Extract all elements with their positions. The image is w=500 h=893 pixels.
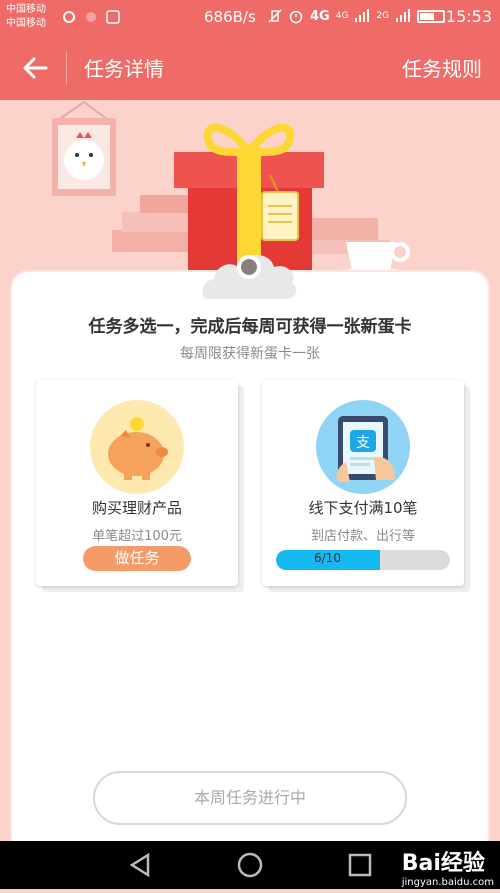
task-title: 购买理财产品 [91,499,182,517]
alarm-icon [289,10,303,24]
task-description: 到店付款、出行等 [310,529,415,544]
task-card-finance[interactable]: 购买理财产品 单笔超过100元 做任务 [36,380,238,586]
notification-icon [62,9,76,23]
back-arrow-icon [23,57,48,79]
carrier-2: 中国移动 [6,18,46,29]
teacup-icon [339,242,410,276]
recents-nav-icon[interactable] [348,853,372,877]
task-headline: 任务多选一，完成后每周可获得一张新蛋卡 [88,317,412,337]
vibrate-off-icon [268,9,282,23]
do-task-button[interactable]: 做任务 [83,546,191,571]
task-title: 线下支付满10笔 [308,499,418,517]
weekly-task-status-button[interactable]: 本周任务进行中 [93,771,407,825]
gallery-icon [106,9,120,24]
home-nav-icon[interactable] [237,852,263,878]
books-icon [112,195,192,252]
signal-icon-2 [396,9,411,22]
nav-bar: 任务详情 任务规则 [0,36,500,100]
network-speed: 686B/s [204,8,256,26]
alipay-glyph: 支 [356,435,370,451]
notification-icons [62,9,120,24]
watermark-brand: Bai经验 [401,851,485,876]
network-type-1: 4G [310,8,330,24]
chicken-frame-icon [52,101,116,196]
carrier-1: 中国移动 [6,4,46,15]
watermark: Bai经验 jingyan.baidu.com [402,845,494,888]
clip-icon [200,247,298,299]
app-icon [84,9,98,23]
back-button[interactable] [20,50,52,86]
status-bar: 中国移动 中国移动 686B/s 4G 4G 2G 15:53 [0,0,500,36]
progress-text: 6/10 [314,551,341,565]
signal-icon [355,9,370,22]
task-progress-bar: 6/10 [276,550,450,570]
watermark-url: jingyan.baidu.com [401,877,494,888]
status-indicators: 4G 4G 2G [268,8,446,24]
alipay-tablet-icon: 支 [316,400,410,494]
piggy-bank-icon [90,400,184,494]
task-rules-link[interactable]: 任务规则 [402,53,482,82]
battery-icon [417,9,446,23]
task-subline: 每周限获得新蛋卡一张 [180,346,320,362]
task-description: 单笔超过100元 [92,529,182,544]
task-card-payment[interactable]: 支 线下支付满10笔 到店付款、出行等 6/10 [262,380,464,586]
back-nav-icon[interactable] [129,852,150,878]
system-nav-bar: Bai经验 jingyan.baidu.com [0,841,500,889]
nav-divider [66,52,67,84]
clock: 15:53 [445,7,492,26]
network-type-2: 4G [335,11,349,21]
page-title: 任务详情 [84,57,164,81]
network-type-3: 2G [376,11,390,21]
carrier-labels: 中国移动 中国移动 [6,3,46,31]
